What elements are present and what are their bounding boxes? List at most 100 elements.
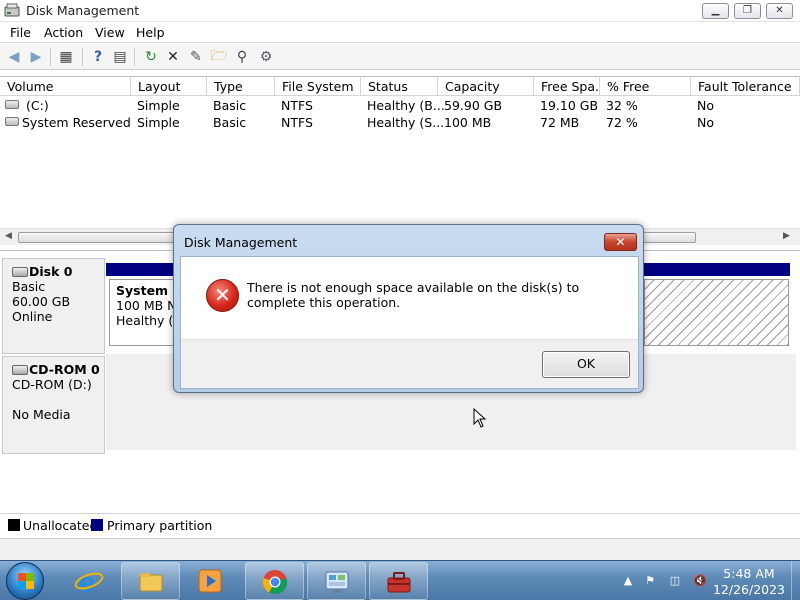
- toolbox-icon: [387, 572, 411, 593]
- cell-layout: Simple: [137, 115, 180, 130]
- volume-muted-icon[interactable]: 🔇: [692, 573, 708, 589]
- cell-status: Healthy (B...: [367, 98, 445, 113]
- show-desktop-button[interactable]: [791, 561, 800, 601]
- legend-unallocated: Unallocated: [23, 518, 98, 533]
- column-header-type[interactable]: Type: [207, 77, 275, 96]
- menu-help[interactable]: Help: [136, 25, 165, 40]
- volume-list: Volume Layout Type File System Status Ca…: [0, 76, 800, 246]
- toolbar-separator: [50, 48, 51, 66]
- table-row[interactable]: System Reserved Simple Basic NTFS Health…: [0, 114, 800, 131]
- control-panel-icon: [325, 571, 349, 593]
- cell-type: Basic: [213, 98, 247, 113]
- close-window-button[interactable]: ✕: [766, 3, 793, 19]
- cell-file-system: NTFS: [281, 115, 313, 130]
- dialog-message-area: ✕ There is not enough space available on…: [181, 257, 638, 339]
- error-icon: ✕: [206, 279, 239, 312]
- explore-icon[interactable]: ⚲: [232, 47, 252, 67]
- column-header-volume[interactable]: Volume: [0, 77, 131, 96]
- refresh-icon[interactable]: ↻: [141, 47, 161, 67]
- drive-icon: [5, 117, 19, 126]
- column-header-status[interactable]: Status: [361, 77, 438, 96]
- clock-date: 12/26/2023: [712, 582, 786, 597]
- disk-name: Disk 0: [29, 264, 73, 279]
- toolbar: ◀ ▶ ▦ ? ▤ ↻ ✕ ✎ 🗁 ⚲ ⚙: [0, 44, 800, 70]
- disk-size: 60.00 GB: [12, 294, 71, 309]
- window-title: Disk Management: [26, 3, 140, 18]
- cell-free-space: 19.10 GB: [540, 98, 599, 113]
- column-header-layout[interactable]: Layout: [131, 77, 207, 96]
- internet-explorer-icon: e: [74, 568, 104, 598]
- column-header-free-space[interactable]: Free Spa...: [534, 77, 600, 96]
- maximize-button[interactable]: ❐: [734, 3, 761, 19]
- legend-primary: Primary partition: [107, 518, 213, 533]
- legend: Unallocated Primary partition: [0, 513, 800, 537]
- properties-icon[interactable]: ✎: [186, 47, 206, 67]
- clock[interactable]: 5:48 AM 12/26/2023: [712, 566, 786, 598]
- cell-fault-tolerance: No: [697, 115, 714, 130]
- ok-button[interactable]: OK: [542, 351, 630, 378]
- mouse-cursor-icon: [473, 408, 487, 428]
- cell-fault-tolerance: No: [697, 98, 714, 113]
- scroll-left-icon[interactable]: ◀: [5, 231, 12, 241]
- cdrom-icon: [12, 365, 28, 375]
- column-header-percent-free[interactable]: % Free: [600, 77, 691, 96]
- windows-logo-icon-lower: [18, 581, 34, 589]
- list-icon[interactable]: ▤: [110, 47, 130, 67]
- taskbar-control-panel[interactable]: [307, 562, 366, 600]
- cell-volume: System Reserved: [22, 115, 131, 130]
- network-icon[interactable]: ◫: [667, 573, 683, 589]
- back-icon[interactable]: ◀: [4, 47, 24, 67]
- dialog-body: ✕ There is not enough space available on…: [180, 256, 639, 389]
- column-header-capacity[interactable]: Capacity: [438, 77, 534, 96]
- disk-0-label[interactable]: Disk 0 Basic 60.00 GB Online: [2, 258, 105, 354]
- cell-free-space: 72 MB: [540, 115, 580, 130]
- delete-icon[interactable]: ✕: [163, 47, 183, 67]
- c-drive-partition[interactable]: [644, 279, 789, 346]
- disk-management-app-icon: [4, 3, 20, 17]
- unallocated-swatch: [8, 519, 20, 531]
- taskbar-chrome[interactable]: [245, 562, 304, 600]
- menu-action[interactable]: Action: [44, 25, 83, 40]
- taskbar-file-explorer[interactable]: [121, 562, 180, 600]
- scroll-right-icon[interactable]: ▶: [783, 231, 790, 241]
- taskbar: e ▲ ⚑ ◫ 🔇 5:48 AM 12/26/2023: [0, 560, 800, 601]
- table-row[interactable]: (C:) Simple Basic NTFS Healthy (B... 59.…: [0, 97, 800, 114]
- flag-icon[interactable]: ⚑: [642, 573, 658, 589]
- menu-view[interactable]: View: [95, 25, 125, 40]
- start-button[interactable]: [6, 562, 44, 600]
- taskbar-disk-management[interactable]: [369, 562, 428, 600]
- properties-grid-icon[interactable]: ▦: [56, 47, 76, 67]
- disk-type: Basic: [12, 279, 46, 294]
- clock-time: 5:48 AM: [723, 566, 775, 581]
- help-icon[interactable]: ?: [88, 47, 108, 67]
- settings-icon[interactable]: ⚙: [256, 47, 276, 67]
- drive-icon: [5, 100, 19, 109]
- file-explorer-icon: [139, 573, 163, 592]
- open-icon[interactable]: 🗁: [209, 47, 229, 67]
- title-bar: Disk Management ▁ ❐ ✕: [0, 0, 800, 22]
- column-header-fault-tolerance[interactable]: Fault Tolerance: [691, 77, 800, 96]
- media-player-icon: [198, 569, 222, 593]
- cdrom-0-label[interactable]: CD-ROM 0 CD-ROM (D:) No Media: [2, 356, 105, 454]
- taskbar-media-player[interactable]: [196, 567, 226, 595]
- cell-capacity: 59.90 GB: [444, 98, 503, 113]
- toolbar-separator: [134, 48, 135, 66]
- cell-status: Healthy (S...: [367, 115, 445, 130]
- show-hidden-icons-arrow[interactable]: ▲: [620, 573, 636, 589]
- taskbar-internet-explorer[interactable]: e: [74, 567, 104, 598]
- cell-layout: Simple: [137, 98, 180, 113]
- dialog-close-button[interactable]: ✕: [604, 233, 637, 251]
- error-dialog: Disk Management ✕ ✕ There is not enough …: [173, 224, 644, 393]
- cell-capacity: 100 MB: [444, 115, 492, 130]
- primary-partition-swatch: [91, 519, 103, 531]
- minimize-button[interactable]: ▁: [702, 3, 729, 19]
- cell-volume: (C:): [26, 98, 49, 113]
- menu-file[interactable]: File: [10, 25, 31, 40]
- column-header-file-system[interactable]: File System: [275, 77, 361, 96]
- svg-text:e: e: [79, 568, 96, 595]
- cell-type: Basic: [213, 115, 247, 130]
- forward-icon[interactable]: ▶: [26, 47, 46, 67]
- cell-file-system: NTFS: [281, 98, 313, 113]
- cell-percent-free: 72 %: [606, 115, 638, 130]
